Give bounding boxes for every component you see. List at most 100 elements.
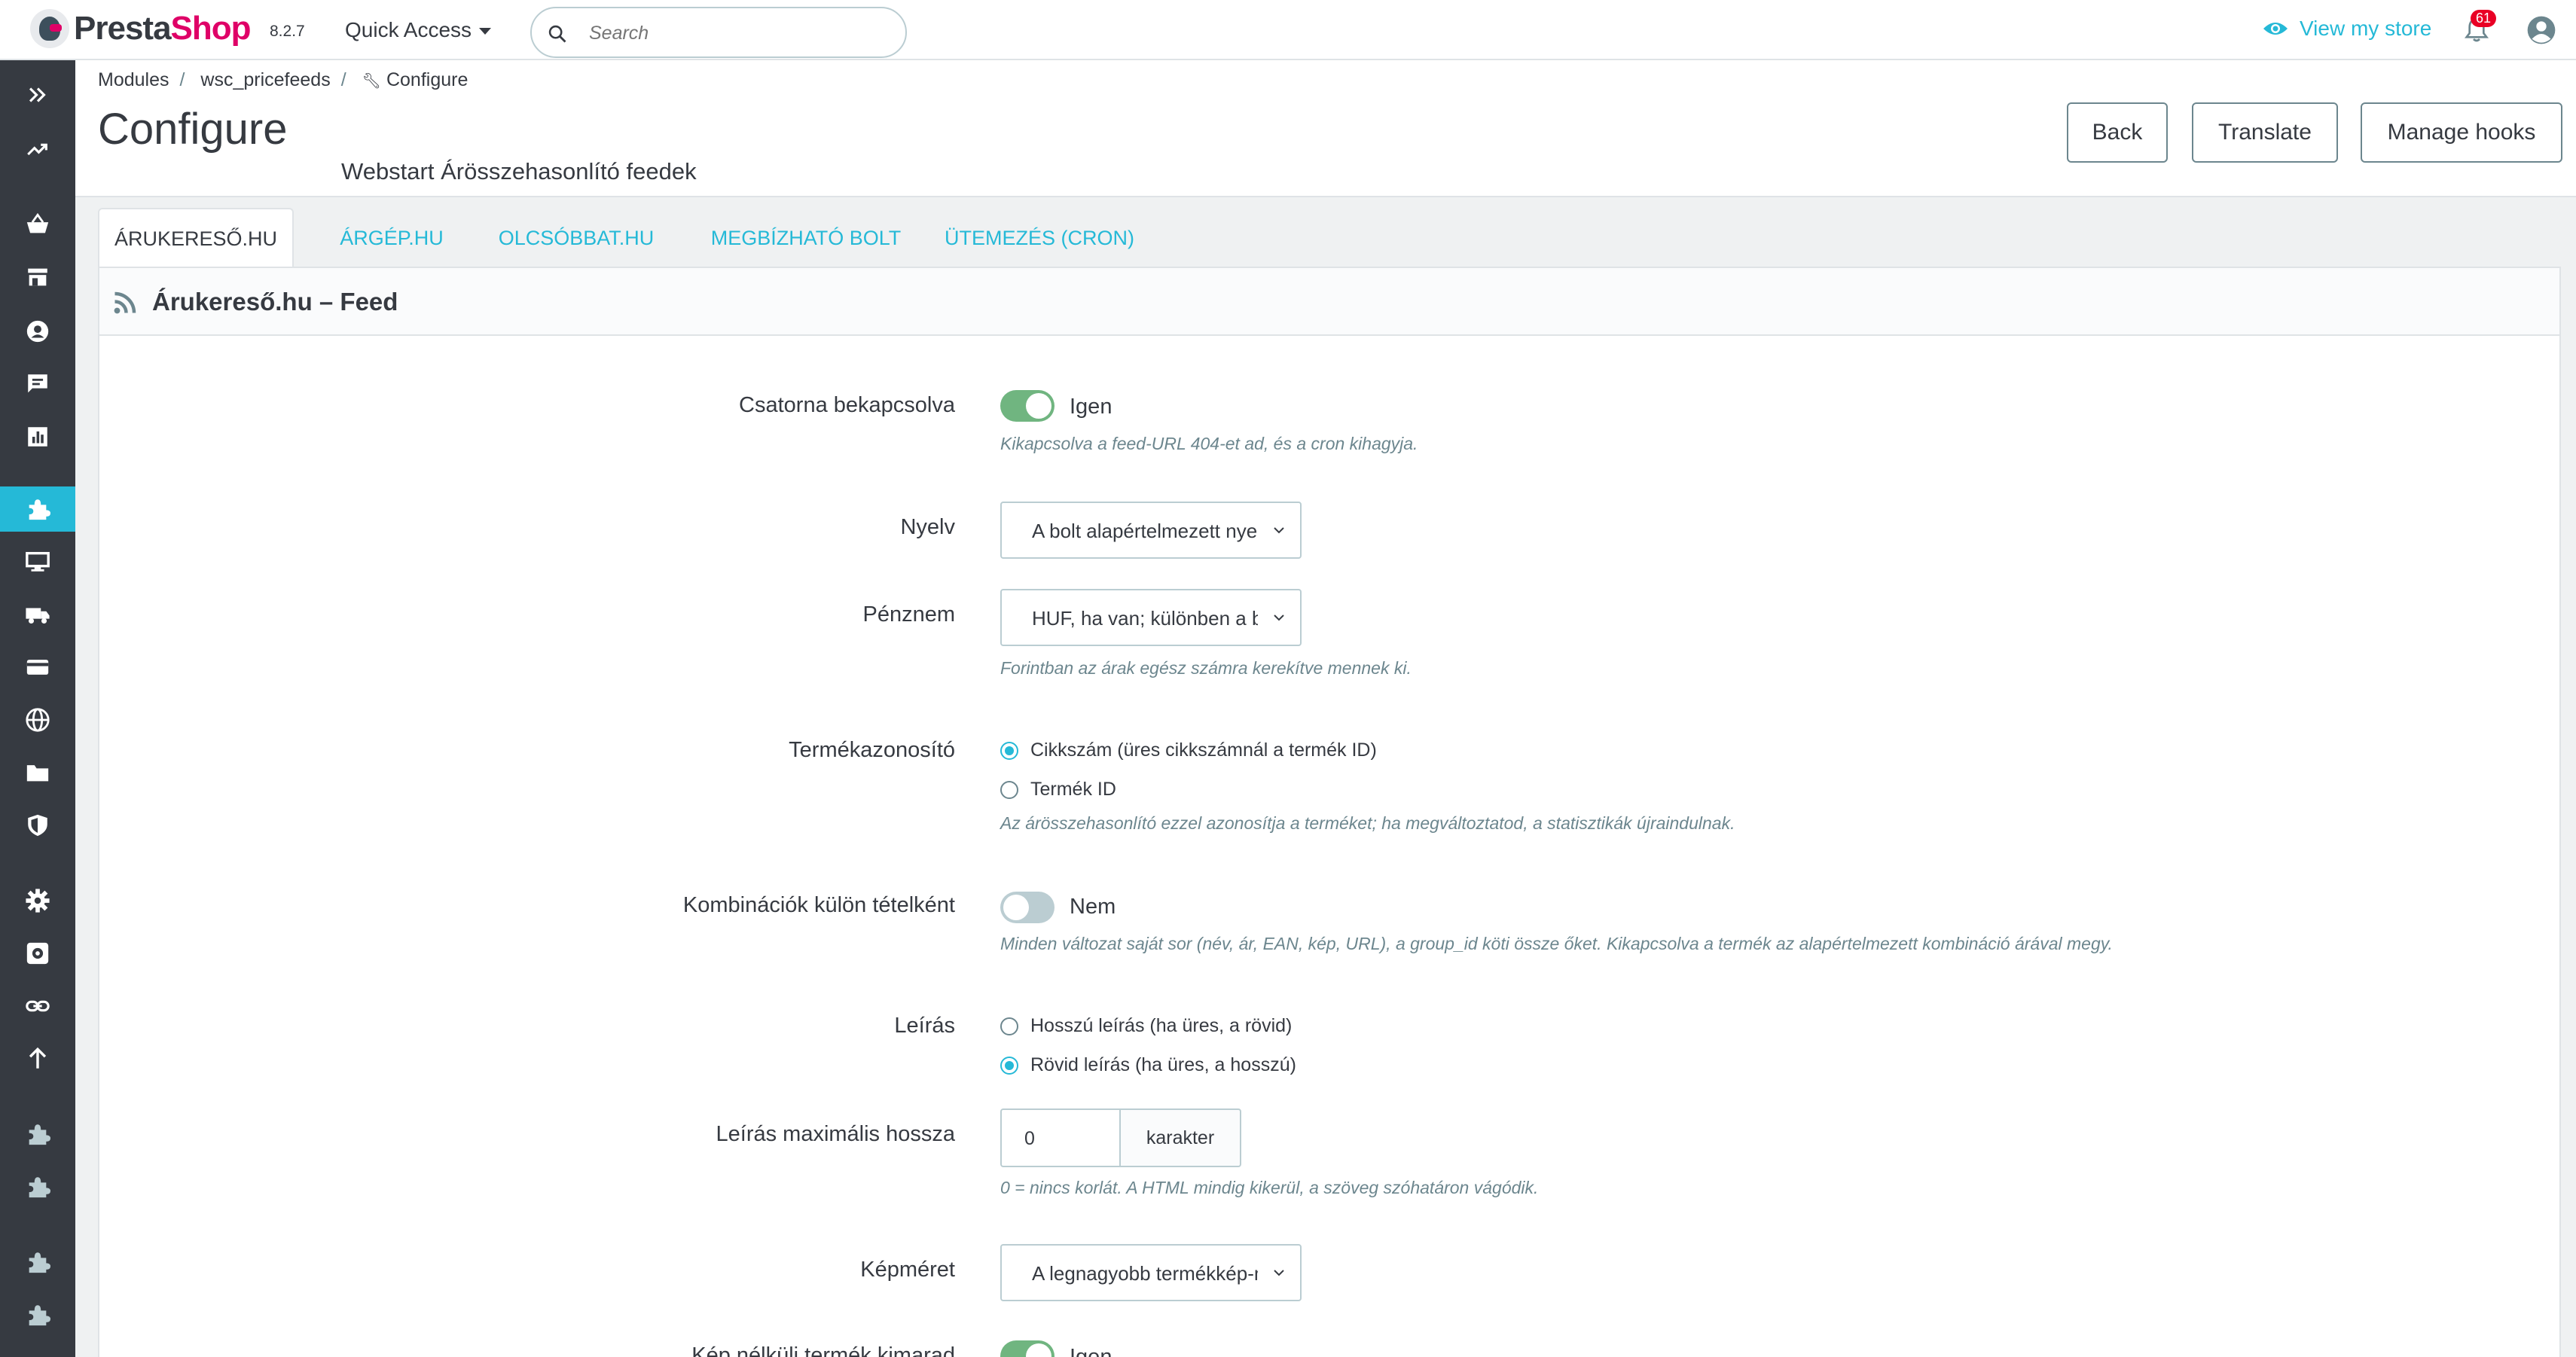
sidebar-item-collapse[interactable] xyxy=(0,72,75,117)
sidebar-item-modules[interactable] xyxy=(0,486,75,532)
channel-label: Csatorna bekapcsolva xyxy=(739,393,955,417)
language-label: Nyelv xyxy=(900,515,955,539)
tab-olcsobbat[interactable]: OLCSÓBBAT.HU xyxy=(467,208,685,268)
basket-icon xyxy=(26,212,49,233)
currency-label: Pénznem xyxy=(862,602,955,627)
sidebar-item-payment[interactable] xyxy=(0,645,75,690)
description-option-long[interactable]: Hosszú leírás (ha üres, a rövid) xyxy=(1000,1015,1292,1037)
desc-length-input[interactable]: 0 xyxy=(1000,1108,1121,1167)
chevron-down-icon xyxy=(1274,1270,1284,1276)
link-icon xyxy=(26,1000,50,1012)
sidebar-item-upgrade[interactable] xyxy=(0,1036,75,1081)
puzzle-icon xyxy=(29,1177,50,1198)
currency-help: Forintban az árak egész számra kerekítve… xyxy=(1000,658,1412,678)
account-icon[interactable] xyxy=(2526,15,2556,45)
currency-select-value: HUF, ha van; különben a bolt alapértelme… xyxy=(1032,607,1258,630)
no-image-toggle[interactable] xyxy=(1000,1340,1055,1357)
stats-icon xyxy=(28,427,47,447)
breadcrumb-module[interactable]: wsc_pricefeeds xyxy=(200,69,330,90)
caret-down-icon xyxy=(479,28,492,35)
chevron-down-icon xyxy=(1274,614,1284,621)
sidebar-item-dashboard[interactable] xyxy=(0,127,75,172)
prestashop-logo-icon xyxy=(30,9,69,48)
product-id-help: Az árösszehasonlító ezzel azonosítja a t… xyxy=(1000,813,1735,833)
view-store-link[interactable]: View my store xyxy=(2262,17,2431,41)
sidebar-item-security[interactable] xyxy=(0,803,75,848)
version-label: 8.2.7 xyxy=(270,23,305,40)
sidebar-item-customers[interactable] xyxy=(0,309,75,354)
sidebar-item-shipping[interactable] xyxy=(0,592,75,637)
chevron-down-icon xyxy=(1274,527,1284,534)
radio-button[interactable] xyxy=(1000,741,1018,760)
search-box[interactable] xyxy=(530,7,907,58)
sidebar-item-orders[interactable] xyxy=(0,202,75,247)
logo-text: PrestaShop xyxy=(74,10,252,47)
currency-select[interactable]: HUF, ha van; különben a bolt alapértelme… xyxy=(1000,589,1302,646)
desc-length-help: 0 = nincs korlát. A HTML mindig kikerül,… xyxy=(1000,1178,1539,1197)
sidebar-item-messages[interactable] xyxy=(0,361,75,407)
panel-header: Árukereső.hu – Feed xyxy=(99,268,2559,336)
eye-icon xyxy=(2263,23,2288,35)
prestashop-logo[interactable]: PrestaShop xyxy=(30,9,252,48)
channel-toggle[interactable] xyxy=(1000,390,1055,422)
description-option-short[interactable]: Rövid leírás (ha üres, a hosszú) xyxy=(1000,1054,1296,1076)
translate-button[interactable]: Translate xyxy=(2192,102,2338,163)
radio-button[interactable] xyxy=(1000,1017,1018,1035)
design-icon xyxy=(26,551,50,572)
image-size-select-value: A legnagyobb termékkép-méret xyxy=(1032,1262,1258,1285)
language-select[interactable]: A bolt alapértelmezett nyelve xyxy=(1000,502,1302,559)
sidebar-item-module-1[interactable] xyxy=(0,1112,75,1157)
rss-icon xyxy=(114,291,136,314)
product-id-option-sku[interactable]: Cikkszám (üres cikkszámnál a termék ID) xyxy=(1000,739,1377,761)
language-select-value: A bolt alapértelmezett nyelve xyxy=(1032,520,1258,542)
sidebar-item-link[interactable] xyxy=(0,983,75,1029)
product-id-option-id[interactable]: Termék ID xyxy=(1000,779,1116,800)
sidebar-item-international[interactable] xyxy=(0,697,75,743)
shipping-icon xyxy=(26,608,50,624)
combinations-toggle[interactable] xyxy=(1000,892,1055,923)
radio-label: Hosszú leírás (ha üres, a rövid) xyxy=(1030,1015,1293,1036)
sidebar-item-design[interactable] xyxy=(0,539,75,584)
sidebar-nav xyxy=(0,60,75,1357)
sidebar-item-advanced[interactable] xyxy=(0,931,75,976)
breadcrumb-modules[interactable]: Modules xyxy=(98,69,169,90)
module-display-name: Webstart Árösszehasonlító feedek xyxy=(341,158,697,184)
channel-toggle-text: Igen xyxy=(1070,395,1113,419)
wrench-icon: 🔧︎ xyxy=(362,73,382,90)
view-store-label: View my store xyxy=(2300,17,2432,40)
sidebar-item-module-4[interactable] xyxy=(0,1292,75,1337)
sidebar-item-catalog[interactable] xyxy=(0,255,75,300)
sidebar-item-stats[interactable] xyxy=(0,414,75,459)
channel-help: Kikapcsolva a feed-URL 404-et ad, és a c… xyxy=(1000,434,1418,453)
tab-utemezes[interactable]: ÜTEMEZÉS (CRON) xyxy=(896,208,1183,268)
manage-hooks-button[interactable]: Manage hooks xyxy=(2361,102,2562,163)
desc-length-label: Leírás maximális hossza xyxy=(716,1122,956,1146)
quick-access-label: Quick Access xyxy=(345,18,472,41)
image-size-label: Képméret xyxy=(860,1258,955,1282)
shield-icon xyxy=(28,814,47,837)
breadcrumb-configure: Configure xyxy=(386,69,469,90)
sidebar-item-settings[interactable] xyxy=(0,878,75,923)
quick-access-dropdown[interactable]: Quick Access xyxy=(345,18,492,42)
sidebar-item-module-2[interactable] xyxy=(0,1164,75,1209)
upgrade-icon xyxy=(29,1047,47,1069)
top-header: PrestaShop 8.2.7 Quick Access View my st… xyxy=(0,0,2576,60)
tab-arukereso[interactable]: ÁRUKERESŐ.HU xyxy=(98,208,294,268)
trending-icon xyxy=(27,143,47,156)
page-title: Configure xyxy=(98,105,288,154)
gear-icon xyxy=(26,889,50,913)
desc-length-addon: karakter xyxy=(1121,1108,1241,1167)
tab-argep[interactable]: ÁRGÉP.HU xyxy=(316,208,467,268)
image-size-select[interactable]: A legnagyobb termékkép-méret xyxy=(1000,1244,1302,1301)
sidebar-item-module-3[interactable] xyxy=(0,1240,75,1285)
puzzle-icon xyxy=(29,1252,50,1273)
sidebar-item-folder[interactable] xyxy=(0,750,75,795)
advanced-icon xyxy=(26,942,49,965)
back-button[interactable]: Back xyxy=(2067,102,2168,163)
combinations-toggle-text: Nem xyxy=(1070,895,1116,919)
store-icon xyxy=(28,268,47,286)
combinations-help: Minden változat saját sor (név, ár, EAN,… xyxy=(1000,934,2113,953)
radio-button[interactable] xyxy=(1000,1056,1018,1075)
radio-button[interactable] xyxy=(1000,780,1018,799)
search-input[interactable] xyxy=(589,19,890,47)
